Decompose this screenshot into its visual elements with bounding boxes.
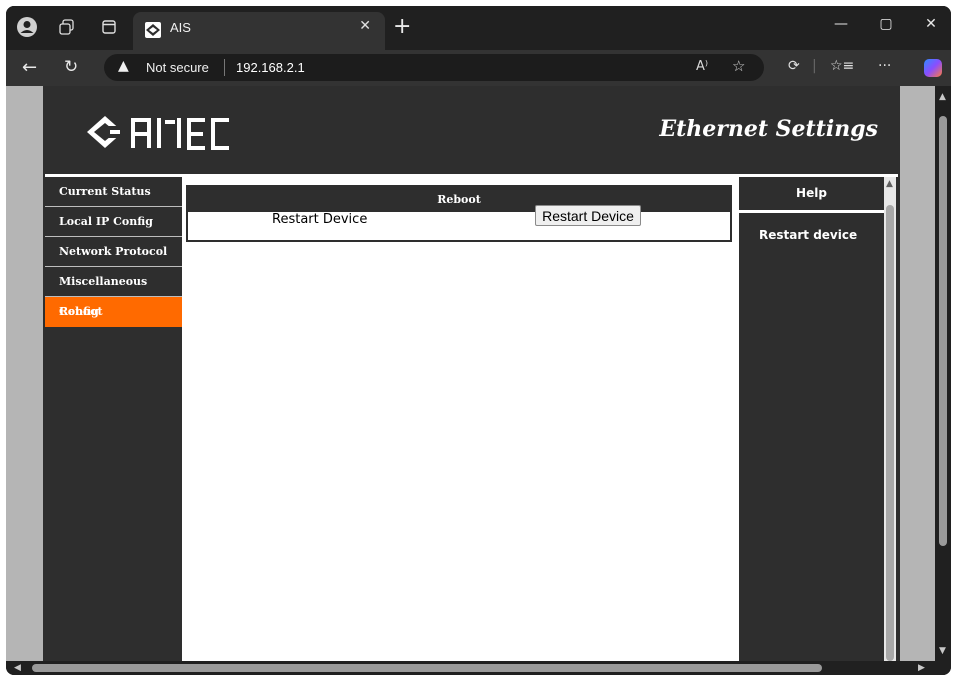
refresh-icon[interactable]: ↻ [64,57,78,77]
help-scroll-thumb[interactable] [886,205,894,661]
browser-window: AIS ✕ + — ▢ ✕ ← ↻ ▲ Not secure 192.168.2… [6,6,951,675]
url-text[interactable]: 192.168.2.1 [236,60,305,75]
favorites-icon[interactable]: ☆≡ [830,58,854,74]
sidebar-item-reboot[interactable]: Reboot [45,297,182,327]
close-tab-icon[interactable]: ✕ [359,18,371,34]
warning-icon[interactable]: ▲ [118,58,129,74]
sidebar-item-miscellaneous-config[interactable]: Miscellaneous Config [45,267,182,318]
main-content: Reboot Restart Device Restart Device [182,177,739,661]
site-favicon-icon [145,22,161,38]
browser-tab[interactable]: AIS ✕ [133,12,385,50]
tab-title: AIS [170,20,191,35]
vertical-scrollbar[interactable]: ▲ ▼ [935,86,951,661]
read-aloud-icon[interactable]: A⁾ [696,59,708,74]
scroll-left-icon[interactable]: ◀ [14,663,21,673]
page-viewport: Ethernet Settings Current Status Local I… [6,86,935,661]
sidebar-item-local-ip-config[interactable]: Local IP Config [45,207,182,237]
new-tab-icon[interactable]: + [393,14,411,39]
panel-title: Reboot [188,187,730,212]
toolbar-divider: | [812,58,817,74]
sidebar-item-network-protocol[interactable]: Network Protocol [45,237,182,267]
amec-logo [87,116,229,150]
horizontal-scrollbar[interactable]: ◀ ▶ [6,661,951,675]
close-window-icon[interactable]: ✕ [911,16,951,32]
minimize-icon[interactable]: — [821,16,861,32]
help-title: Help [739,177,884,213]
horizontal-scroll-thumb[interactable] [32,664,822,672]
scroll-right-icon[interactable]: ▶ [918,663,925,673]
favorite-icon[interactable]: ☆ [732,57,745,75]
tab-actions-icon[interactable] [98,16,120,38]
browser-toolbar: ← ↻ ▲ Not secure 192.168.2.1 A⁾ ☆ ⟳ | ☆≡… [6,50,951,86]
profile-icon[interactable] [16,16,38,38]
scroll-up-icon[interactable]: ▲ [939,92,946,102]
help-text: Restart device [759,228,858,242]
title-bar: AIS ✕ + — ▢ ✕ [6,6,951,50]
config-page: Ethernet Settings Current Status Local I… [43,86,900,661]
copilot-icon[interactable] [924,59,942,77]
restart-device-button[interactable]: Restart Device [535,205,641,226]
extensions-icon[interactable]: ⟳ [788,58,800,74]
sidebar-item-current-status[interactable]: Current Status [45,177,182,207]
vertical-scroll-thumb[interactable] [939,116,947,546]
scroll-up-icon[interactable]: ▲ [886,179,893,189]
help-panel: Help Restart device [739,177,884,661]
help-scrollbar[interactable]: ▲ [884,177,896,661]
security-label[interactable]: Not secure [146,60,209,75]
back-icon[interactable]: ← [22,57,37,78]
maximize-icon[interactable]: ▢ [866,16,906,32]
sidebar-nav: Current Status Local IP Config Network P… [45,177,182,661]
address-bar[interactable]: ▲ Not secure 192.168.2.1 A⁾ ☆ [104,54,764,81]
scroll-down-icon[interactable]: ▼ [939,646,946,656]
divider [224,59,225,76]
restart-device-label: Restart Device [272,212,368,227]
workspaces-icon[interactable] [56,16,78,38]
reboot-panel: Reboot [186,185,732,242]
page-title: Ethernet Settings [659,116,878,142]
page-header: Ethernet Settings [45,86,898,177]
more-icon[interactable]: ··· [878,58,891,74]
